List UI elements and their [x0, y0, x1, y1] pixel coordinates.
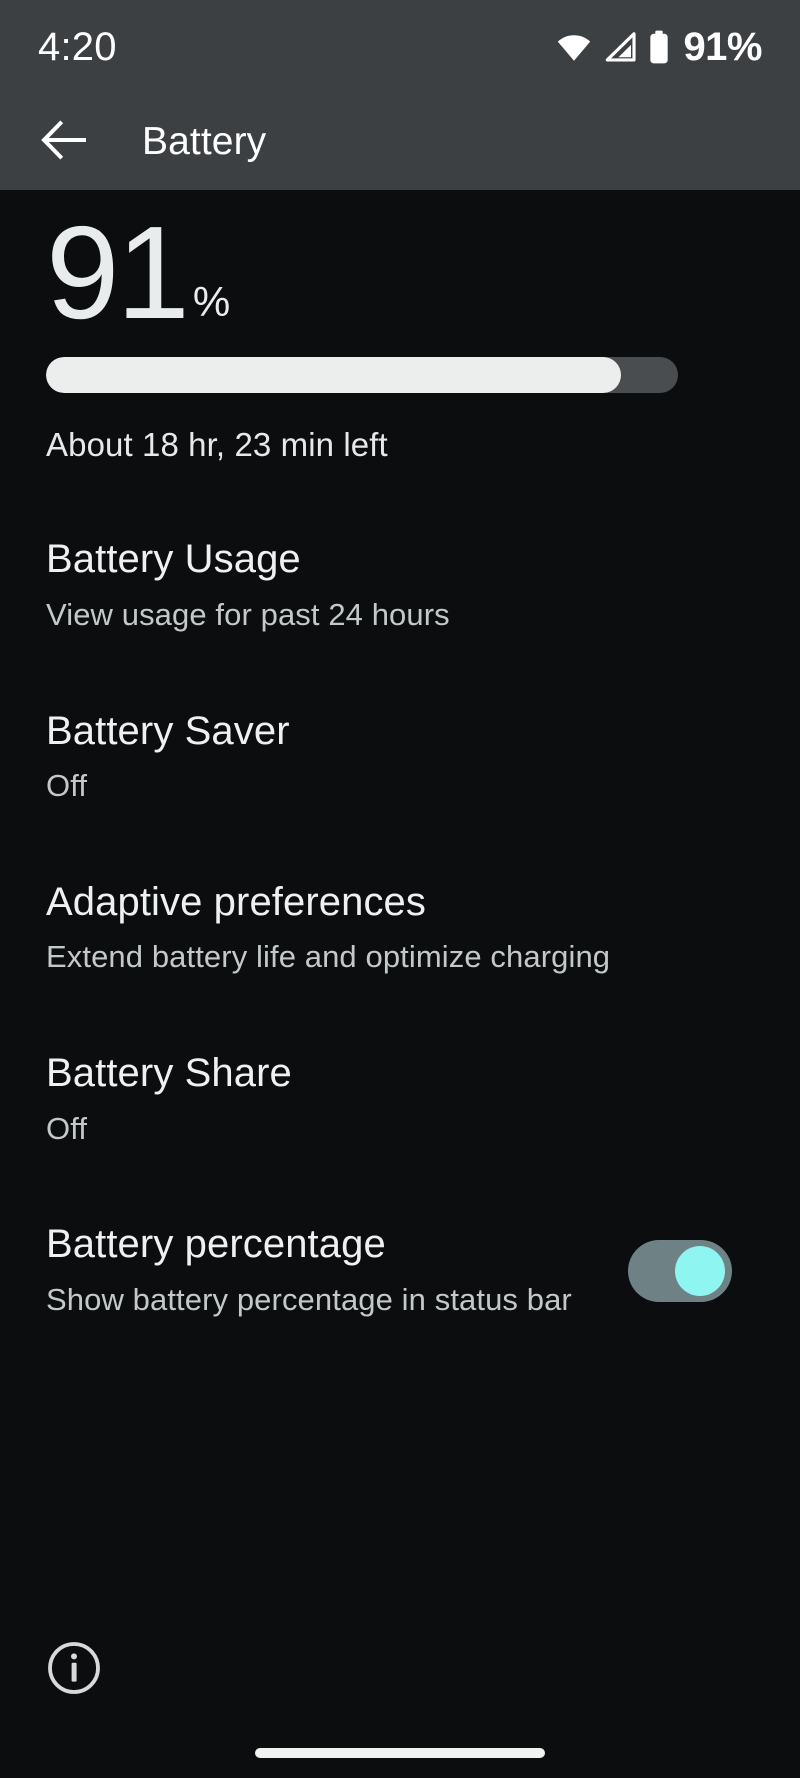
- cellular-signal-icon: [604, 32, 637, 62]
- settings-list: Battery Usage View usage for past 24 hou…: [46, 526, 754, 1331]
- footer: [0, 1630, 800, 1778]
- battery-percentage-toggle[interactable]: [628, 1239, 732, 1302]
- settings-content: 91 % About 18 hr, 23 min left Battery Us…: [0, 190, 800, 1630]
- back-arrow-icon: [40, 119, 88, 165]
- battery-level-progress-fill: [46, 357, 622, 394]
- wifi-icon: [555, 32, 593, 62]
- settings-row-battery-saver[interactable]: Battery Saver Off: [46, 698, 754, 819]
- toggle-thumb: [675, 1245, 725, 1296]
- row-summary: Off: [46, 1110, 88, 1146]
- battery-settings-screen: 4:20 91% Battery 91 % About 18 hr, 23 mi…: [0, 0, 800, 1778]
- row-text: Battery percentage Show battery percenta…: [46, 1222, 628, 1320]
- home-gesture-pill[interactable]: [255, 1748, 545, 1758]
- row-text: Adaptive preferences Extend battery life…: [46, 880, 656, 978]
- row-summary: Off: [46, 768, 88, 804]
- battery-icon: [648, 30, 670, 64]
- row-title: Battery Saver: [46, 708, 290, 753]
- row-title: Battery Usage: [46, 537, 301, 582]
- app-bar: Battery: [0, 94, 800, 190]
- top-chrome: 4:20 91% Battery: [0, 0, 800, 190]
- battery-level-number: 91: [46, 199, 190, 346]
- status-bar-clock: 4:20: [38, 25, 117, 69]
- row-title: Battery percentage: [46, 1221, 386, 1266]
- settings-row-battery-percentage[interactable]: Battery percentage Show battery percenta…: [46, 1211, 754, 1332]
- status-bar: 4:20 91%: [0, 0, 800, 94]
- settings-row-adaptive-preferences[interactable]: Adaptive preferences Extend battery life…: [46, 869, 754, 990]
- row-summary: Show battery percentage in status bar: [46, 1281, 572, 1317]
- battery-level-progress-bar: [46, 357, 678, 394]
- battery-level-percent-sign: %: [192, 278, 231, 326]
- settings-row-battery-usage[interactable]: Battery Usage View usage for past 24 hou…: [46, 526, 754, 647]
- status-bar-icons: 91%: [555, 27, 762, 67]
- row-summary: View usage for past 24 hours: [46, 597, 450, 633]
- row-text: Battery Saver Off: [46, 709, 656, 807]
- row-title: Adaptive preferences: [46, 879, 427, 924]
- status-bar-battery-percent: 91%: [683, 25, 762, 69]
- info-icon[interactable]: [46, 1640, 102, 1696]
- battery-level-display: 91 %: [46, 199, 754, 347]
- row-title: Battery Share: [46, 1050, 292, 1095]
- page-title: Battery: [142, 120, 267, 163]
- settings-row-battery-share[interactable]: Battery Share Off: [46, 1040, 754, 1161]
- battery-level-summary: 91 % About 18 hr, 23 min left: [46, 190, 754, 464]
- row-text: Battery Share Off: [46, 1051, 656, 1149]
- row-text: Battery Usage View usage for past 24 hou…: [46, 537, 656, 635]
- battery-time-remaining: About 18 hr, 23 min left: [46, 426, 388, 464]
- row-summary: Extend battery life and optimize chargin…: [46, 939, 611, 975]
- back-button[interactable]: [36, 114, 92, 170]
